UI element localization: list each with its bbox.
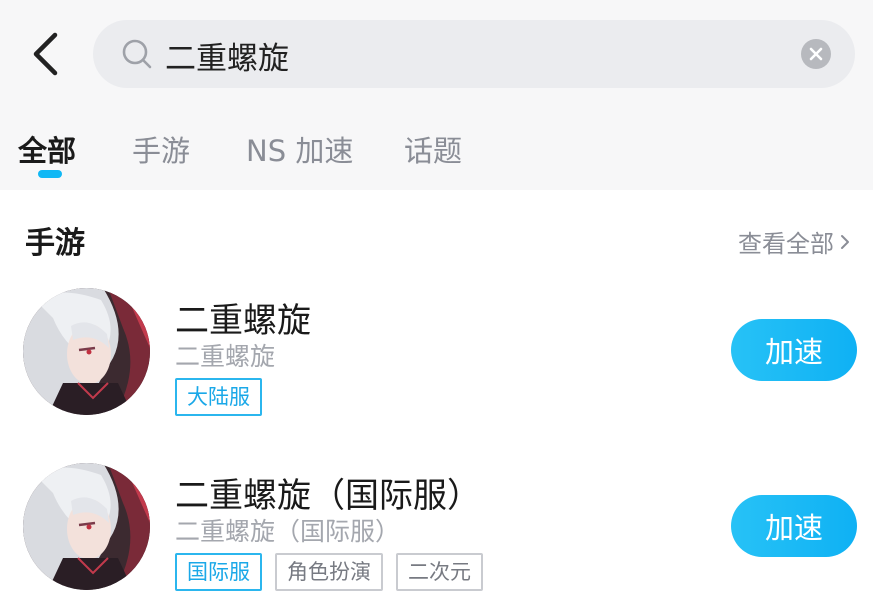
tab-ns-accel[interactable]: NS 加速 — [246, 128, 353, 170]
view-all-link[interactable]: 查看全部 — [738, 224, 850, 259]
accelerate-button[interactable]: 加速 — [731, 495, 857, 557]
game-avatar — [23, 288, 150, 415]
tag-server: 大陆服 — [175, 378, 262, 416]
tab-mobile-games[interactable]: 手游 — [132, 128, 190, 170]
clear-icon[interactable] — [801, 39, 831, 69]
search-icon — [122, 39, 152, 69]
game-avatar — [23, 463, 150, 590]
game-title: 二重螺旋（国际服） — [175, 476, 481, 516]
game-tags: 国际服 角色扮演 二次元 — [175, 553, 483, 591]
tag-server: 国际服 — [175, 553, 262, 591]
accelerate-button[interactable]: 加速 — [731, 319, 857, 381]
tab-bar: 全部 手游 NS 加速 话题 — [0, 110, 873, 190]
tag-style: 二次元 — [396, 553, 483, 591]
game-list-item[interactable]: 二重螺旋（国际服） 二重螺旋（国际服） 国际服 角色扮演 二次元 加速 — [0, 460, 873, 600]
tab-all[interactable]: 全部 — [18, 128, 76, 170]
game-subtitle: 二重螺旋 — [175, 342, 276, 371]
chevron-left-icon — [33, 32, 58, 76]
section-title: 手游 — [25, 226, 85, 261]
back-button[interactable] — [22, 28, 68, 80]
tab-topics[interactable]: 话题 — [404, 128, 462, 170]
top-bar — [0, 0, 873, 110]
game-tags: 大陆服 — [175, 378, 262, 416]
tab-indicator — [38, 170, 62, 178]
game-subtitle: 二重螺旋（国际服） — [175, 517, 401, 546]
chevron-right-icon — [841, 234, 849, 249]
search-input[interactable] — [163, 30, 787, 80]
view-all-label: 查看全部 — [738, 230, 834, 258]
search-bar[interactable] — [93, 20, 855, 88]
game-title: 二重螺旋 — [175, 301, 311, 341]
game-list-item[interactable]: 二重螺旋 二重螺旋 大陆服 加速 — [0, 285, 873, 425]
tag-genre: 角色扮演 — [275, 553, 383, 591]
